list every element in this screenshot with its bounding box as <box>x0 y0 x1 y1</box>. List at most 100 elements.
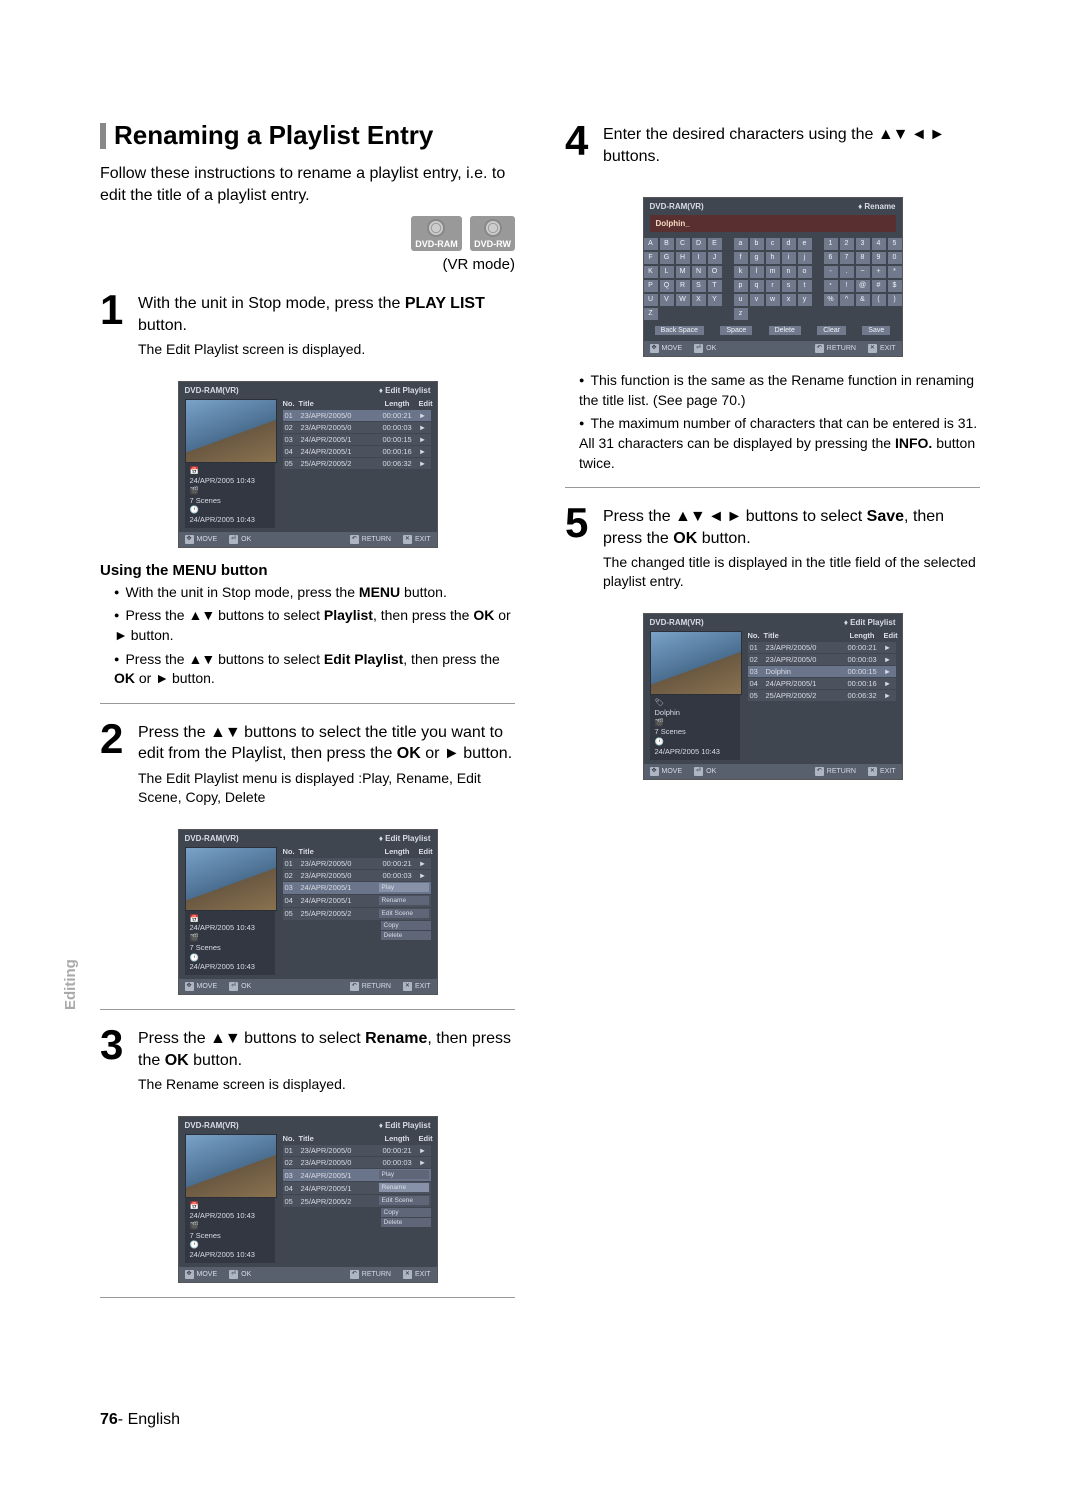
key: M <box>676 266 690 278</box>
key: g <box>750 252 764 264</box>
table-row: 0525/APR/2005/2Edit Scene <box>283 1195 431 1207</box>
table-row: 0123/APR/2005/000:00:21► <box>283 410 431 421</box>
key: L <box>660 266 674 278</box>
key: u <box>734 294 748 306</box>
key: c <box>766 238 780 250</box>
step-number: 1 <box>100 289 128 371</box>
key: O <box>708 266 722 278</box>
vr-mode-label: (VR mode) <box>100 256 515 273</box>
step-bold: PLAY LIST <box>405 295 485 312</box>
step-subtext: The Rename screen is displayed. <box>138 1075 515 1094</box>
step-subtext: The Edit Playlist menu is displayed :Pla… <box>138 769 515 807</box>
key: f <box>734 252 748 264</box>
key: B <box>660 238 674 250</box>
key: X <box>692 294 706 306</box>
divider <box>100 1009 515 1010</box>
screenshot-rename-selected: DVD-RAM(VR) ♦ Edit Playlist 📅 24/APR/200… <box>178 1116 438 1283</box>
table-row: 0424/APR/2005/100:00:16► <box>283 446 431 457</box>
table-row: 0324/APR/2005/1Play <box>283 882 431 894</box>
key: j <box>798 252 812 264</box>
key: ^ <box>840 294 854 306</box>
key: H <box>676 252 690 264</box>
key: 3 <box>856 238 870 250</box>
key: ! <box>840 280 854 292</box>
keyboard-actions: Back SpaceSpaceDeleteClearSave <box>644 326 902 341</box>
step-body: Press the ▲▼ ◄ ► buttons to select Save,… <box>603 502 980 603</box>
key: 5 <box>888 238 902 250</box>
key: V <box>660 294 674 306</box>
rename-field: Dolphin_ <box>650 215 896 232</box>
thumbnail <box>185 1134 277 1198</box>
intro-text: Follow these instructions to rename a pl… <box>100 163 515 206</box>
step-text: button. <box>138 317 187 334</box>
screen-header-left: DVD-RAM(VR) <box>185 386 239 395</box>
key: 0 <box>888 252 902 264</box>
key: ) <box>888 294 902 306</box>
step-body: Enter the desired characters using the ▲… <box>603 120 980 167</box>
step-body: Press the ▲▼ buttons to select Rename, t… <box>138 1024 515 1106</box>
key: h <box>766 252 780 264</box>
divider <box>565 487 980 488</box>
key: n <box>782 266 796 278</box>
list-item: This function is the same as the Rename … <box>579 371 980 410</box>
key: d <box>782 238 796 250</box>
page-number: 76 <box>100 1411 118 1428</box>
two-column-layout: Renaming a Playlist Entry Follow these i… <box>100 120 980 1312</box>
key: o <box>798 266 812 278</box>
key: 6 <box>824 252 838 264</box>
divider <box>100 703 515 704</box>
table-row: 0223/APR/2005/000:00:03► <box>283 870 431 881</box>
key: ( <box>872 294 886 306</box>
key: 4 <box>872 238 886 250</box>
thumb-meta: 📅 24/APR/2005 10:43 🎬 7 Scenes 🕐 24/APR/… <box>185 463 275 528</box>
key: p <box>734 280 748 292</box>
key: k <box>734 266 748 278</box>
step-subtext: The changed title is displayed in the ti… <box>603 553 980 591</box>
key: P <box>644 280 658 292</box>
screen-header-right: ♦ Edit Playlist <box>379 386 431 395</box>
thumbnail <box>185 399 277 463</box>
key: q <box>750 280 764 292</box>
page-footer: 76- English <box>100 1411 180 1429</box>
table-row: 0424/APR/2005/1Rename <box>283 1182 431 1194</box>
page-language: - English <box>118 1411 180 1428</box>
key: D <box>692 238 706 250</box>
key: 2 <box>840 238 854 250</box>
table-row: 0324/APR/2005/100:00:15► <box>283 434 431 445</box>
key: w <box>766 294 780 306</box>
step-3: 3 Press the ▲▼ buttons to select Rename,… <box>100 1024 515 1106</box>
key: s <box>782 280 796 292</box>
key: Q <box>660 280 674 292</box>
key: T <box>708 280 722 292</box>
key: v <box>750 294 764 306</box>
page-title: Renaming a Playlist Entry <box>100 120 515 151</box>
table-row: 0223/APR/2005/000:00:03► <box>283 422 431 433</box>
right-column: 4 Enter the desired characters using the… <box>565 120 980 1312</box>
list-item: With the unit in Stop mode, press the ME… <box>114 583 515 603</box>
key: F <box>644 252 658 264</box>
step-body: With the unit in Stop mode, press the PL… <box>138 289 515 371</box>
table-row: 0525/APR/2005/200:06:32► <box>283 458 431 469</box>
thumbnail <box>185 847 277 911</box>
key: E <box>708 238 722 250</box>
step-number: 3 <box>100 1024 128 1106</box>
key: W <box>676 294 690 306</box>
section-tab: Editing <box>62 959 79 1010</box>
step-4: 4 Enter the desired characters using the… <box>565 120 980 167</box>
table-row: 0123/APR/2005/000:00:21► <box>283 858 431 869</box>
screenshot-rename-keyboard: DVD-RAM(VR) ♦ Rename Dolphin_ ABCDEabcde… <box>643 197 903 357</box>
key: y <box>798 294 812 306</box>
step-5: 5 Press the ▲▼ ◄ ► buttons to select Sav… <box>565 502 980 603</box>
key: b <box>750 238 764 250</box>
key: % <box>824 294 838 306</box>
disc-badge-ram: DVD-RAM <box>411 216 462 251</box>
key: Y <box>708 294 722 306</box>
step-number: 4 <box>565 120 593 167</box>
thumbnail <box>650 631 742 695</box>
step4-notes: This function is the same as the Rename … <box>565 371 980 473</box>
playlist-table: No. Title Length Edit 0123/APR/2005/000:… <box>283 399 431 528</box>
key: I <box>692 252 706 264</box>
key: G <box>660 252 674 264</box>
step-number: 5 <box>565 502 593 603</box>
step-text: With the unit in Stop mode, press the <box>138 295 405 312</box>
